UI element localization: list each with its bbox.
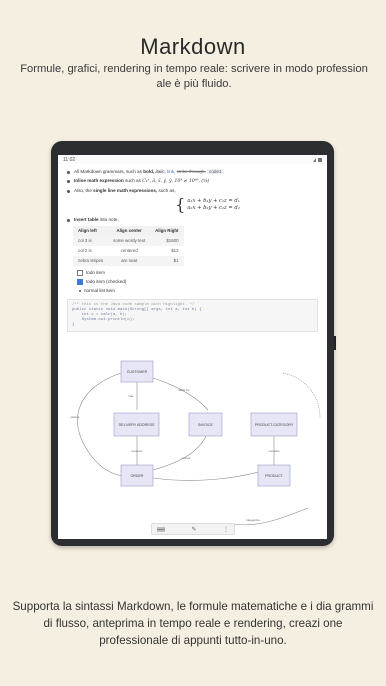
- edge-label: liable for: [178, 388, 189, 392]
- math-row: a₂x + b₂y + c₂z = d₂: [187, 205, 240, 211]
- task-item[interactable]: todo item: [77, 270, 318, 276]
- list-item: All Markdown grammars, such as bold, ita…: [67, 169, 318, 175]
- table-cell: col 3 is: [73, 236, 109, 246]
- list-item: Insert table into note,: [67, 217, 318, 223]
- line-text: Also, the: [74, 188, 92, 193]
- node-label: DELIVERY ADDRESS: [119, 423, 155, 427]
- checkbox-checked[interactable]: [77, 279, 83, 285]
- edge-label: places: [71, 415, 80, 419]
- edge-label: has: [129, 394, 134, 398]
- strike-text: strike through,: [176, 169, 206, 174]
- page-title: Markdown: [140, 34, 246, 59]
- markdown-document[interactable]: All Markdown grammars, such as bold, ita…: [58, 164, 327, 332]
- tablet-side-button: [334, 336, 336, 350]
- bold-text: single line math expressions,: [93, 188, 158, 193]
- line-text: such as: [125, 178, 141, 183]
- edge-label: covers: [182, 456, 191, 460]
- edge-covers: [152, 435, 207, 471]
- code-line: }: [72, 323, 75, 327]
- wifi-icon: [313, 157, 316, 162]
- edit-icon[interactable]: ✎: [191, 526, 196, 533]
- node-label: PRODUCT-CATEGORY: [255, 423, 294, 427]
- node-label: CUSTOMER: [127, 370, 148, 374]
- inline-code: code1: [207, 169, 224, 174]
- markdown-table: Align left Align center Align Right col …: [73, 226, 184, 266]
- list-item: normal list item: [79, 288, 318, 294]
- bold-text: Insert table: [74, 217, 99, 222]
- status-bar: 11:02: [58, 155, 327, 164]
- table-header: Align Right: [150, 226, 184, 236]
- page-caption: Supporta la sintassi Markdown, le formul…: [12, 600, 374, 647]
- table-row: col 3 is some wordy text $1600: [73, 236, 184, 246]
- link-text[interactable]: link,: [167, 169, 175, 174]
- edge-contains: [152, 469, 267, 481]
- tablet-screen: 11:02 All Markdown grammars, such as bol…: [58, 155, 327, 539]
- table-cell: centered: [120, 248, 138, 253]
- menu-icon[interactable]: [157, 528, 165, 530]
- table-header-row: Align left Align center Align Right: [73, 226, 184, 236]
- code-block: /** this is the Java code sample with hi…: [67, 299, 318, 332]
- bottom-toolbar: ✎ ⋮: [151, 523, 235, 535]
- er-diagram: CUSTOMER DELIVERY ADDRESS INVOICE PRODUC…: [71, 360, 321, 526]
- bullet-icon: [67, 189, 70, 193]
- list-item: Inline math expression such as C₁ⁿ, ā, x…: [67, 178, 318, 185]
- page-subtitle: Formule, grafici, rendering in tempo rea…: [20, 63, 368, 90]
- node-label: INVOICE: [198, 423, 213, 427]
- italic-text: italic,: [155, 169, 166, 174]
- bullet-icon: [79, 290, 81, 292]
- node-label: ORDER: [131, 474, 144, 478]
- edge-liable-for: [152, 377, 209, 411]
- line-text: such as,: [158, 188, 176, 193]
- brace-glyph: {: [175, 195, 186, 214]
- list-item-label: normal list item: [84, 288, 115, 293]
- math-block: { a₁x + b₁y + c₁z = d₁ a₂x + b₂y + c₂z =…: [97, 195, 318, 214]
- table-cell: some wordy text: [108, 236, 151, 246]
- table-row: zebra stripes are neat $1: [73, 256, 184, 266]
- status-icons: [313, 157, 322, 162]
- more-icon[interactable]: ⋮: [223, 526, 229, 533]
- table-cell: are neat: [108, 256, 151, 266]
- table-header: Align center: [108, 226, 151, 236]
- inline-math: C₁ⁿ, ā, x̃, ẏ, ẏ, 10³ ≠ 10⁶ᵇ, (ᵃ⁄ᵦ): [142, 179, 210, 184]
- bullet-icon: [67, 170, 70, 174]
- bold-text: bold,: [143, 169, 155, 174]
- edge-label: receives: [131, 449, 143, 453]
- edge-label: contains: [268, 449, 280, 453]
- task-item[interactable]: todo item (checked): [77, 279, 318, 285]
- task-label: todo item (checked): [86, 279, 127, 284]
- table-row: col 2 is centered $12: [73, 246, 184, 256]
- task-label: todo item: [86, 270, 105, 275]
- list-item: Also, the single line math expressions, …: [67, 188, 318, 194]
- edge-bottom: [232, 507, 309, 526]
- tablet-frame: 11:02 All Markdown grammars, such as bol…: [51, 141, 334, 546]
- table-cell: zebra stripes: [73, 256, 109, 266]
- status-time: 11:02: [63, 156, 76, 163]
- battery-icon: [318, 157, 322, 162]
- line-text: into note,: [99, 217, 119, 222]
- checkbox-unchecked[interactable]: [77, 270, 83, 276]
- edge-extra: [282, 372, 321, 419]
- table-cell: $1: [150, 256, 184, 266]
- table-cell: $1600: [150, 236, 184, 246]
- node-label: PRODUCT: [265, 474, 284, 478]
- table-header: Align left: [73, 226, 109, 236]
- math-row: a₁x + b₁y + c₁z = d₁: [187, 198, 240, 204]
- table-cell: $12: [171, 248, 179, 253]
- bullet-icon: [67, 218, 70, 222]
- line-text: All Markdown grammars, such as: [74, 169, 142, 174]
- bullet-icon: [67, 179, 70, 183]
- table-cell: col 2 is: [78, 248, 92, 253]
- bold-text: Inline math expression: [74, 178, 124, 183]
- edge-label: categorize: [246, 518, 260, 522]
